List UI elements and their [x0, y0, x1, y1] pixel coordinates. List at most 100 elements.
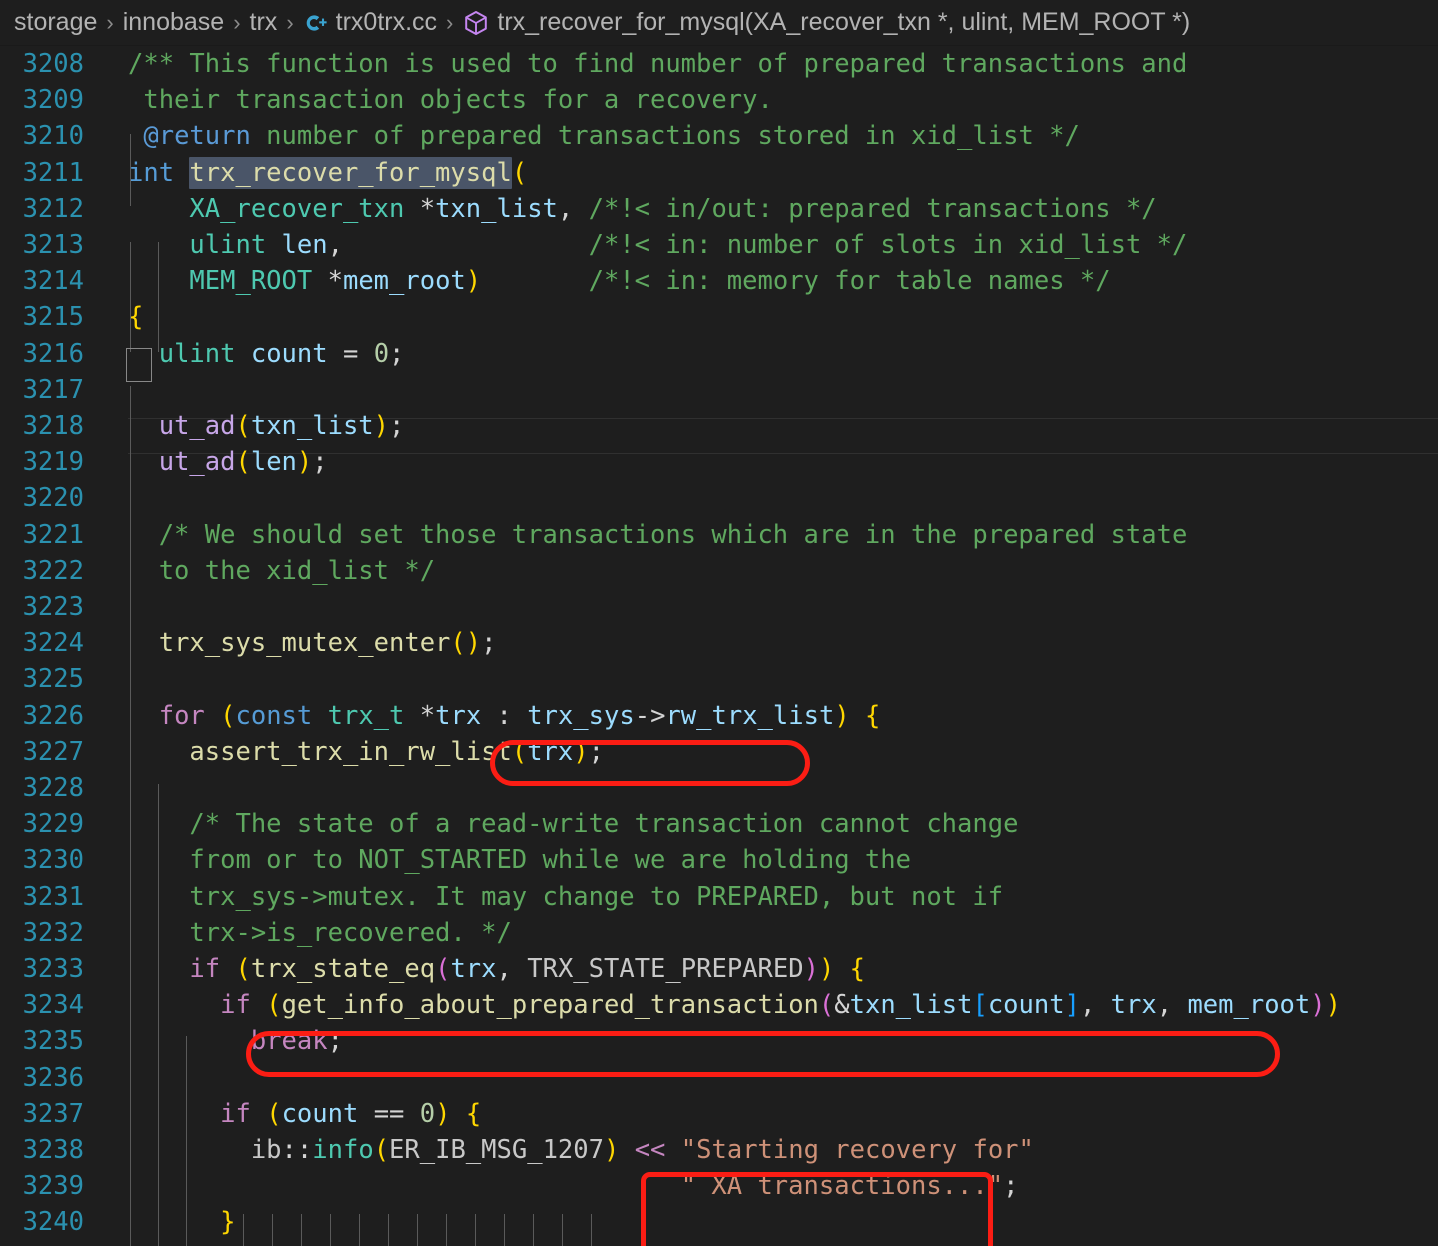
line-number: 3213: [0, 227, 84, 263]
code-line[interactable]: 3235 break;: [0, 1023, 1438, 1059]
breadcrumb: storage › innobase › trx › trx0trx.cc › …: [0, 0, 1438, 46]
code-line[interactable]: 3227 assert_trx_in_rw_list(trx);: [0, 734, 1438, 770]
breadcrumb-item-file[interactable]: trx0trx.cc: [303, 8, 437, 37]
line-number: 3227: [0, 734, 84, 770]
code-line-text: trx_sys_mutex_enter();: [128, 625, 497, 661]
code-line-text: /* The state of a read-write transaction…: [128, 806, 1018, 842]
code-line[interactable]: 3215 {: [0, 299, 1438, 335]
code-line-text: to the xid_list */: [128, 553, 435, 589]
line-number: 3231: [0, 879, 84, 915]
code-line-text: if (count == 0) {: [128, 1096, 481, 1132]
code-line[interactable]: 3237 if (count == 0) {: [0, 1096, 1438, 1132]
code-line[interactable]: 3229 /* The state of a read-write transa…: [0, 806, 1438, 842]
code-line-text: /** This function is used to find number…: [128, 46, 1187, 82]
code-line-text: ulint count = 0;: [128, 336, 404, 372]
breadcrumb-item-trx[interactable]: trx: [250, 8, 278, 37]
code-editor[interactable]: 3208 /** This function is used to find nu…: [0, 46, 1438, 1246]
code-line[interactable]: 3221 /* We should set those transactions…: [0, 517, 1438, 553]
line-number: 3219: [0, 444, 84, 480]
code-line-text: if (trx_state_eq(trx, TRX_STATE_PREPARED…: [128, 951, 865, 987]
code-line[interactable]: 3234 if (get_info_about_prepared_transac…: [0, 987, 1438, 1023]
code-line[interactable]: 3220: [0, 480, 1438, 516]
line-number: 3223: [0, 589, 84, 625]
symbol-method-icon: [462, 9, 490, 37]
line-number: 3222: [0, 553, 84, 589]
code-line[interactable]: 3210 @return number of prepared transact…: [0, 118, 1438, 154]
code-line[interactable]: 3216 ulint count = 0;: [0, 336, 1438, 372]
line-number: 3218: [0, 408, 84, 444]
breadcrumb-item-symbol[interactable]: trx_recover_for_mysql(XA_recover_txn *, …: [462, 8, 1190, 37]
cpp-file-icon: [303, 10, 329, 36]
line-number: 3233: [0, 951, 84, 987]
code-line-text: {: [128, 299, 143, 335]
code-line-text: if (get_info_about_prepared_transaction(…: [128, 987, 1341, 1023]
code-line[interactable]: 3230 from or to NOT_STARTED while we are…: [0, 842, 1438, 878]
breadcrumb-item-innobase[interactable]: innobase: [123, 8, 224, 37]
line-number: 3212: [0, 191, 84, 227]
code-line-text: " XA transactions...";: [128, 1168, 1018, 1204]
line-number: 3229: [0, 806, 84, 842]
line-number: 3214: [0, 263, 84, 299]
line-number: 3215: [0, 299, 84, 335]
breadcrumb-separator: ›: [446, 10, 453, 36]
code-line-text: trx_sys->mutex. It may change to PREPARE…: [128, 879, 1003, 915]
code-line[interactable]: 3218 ut_ad(txn_list);: [0, 408, 1438, 444]
line-number: 3208: [0, 46, 84, 82]
code-line[interactable]: 3211 int trx_recover_for_mysql(: [0, 155, 1438, 191]
breadcrumb-label: innobase: [123, 8, 224, 37]
breadcrumb-label: trx_recover_for_mysql(XA_recover_txn *, …: [497, 8, 1190, 37]
line-number: 3235: [0, 1023, 84, 1059]
code-line-text: trx->is_recovered. */: [128, 915, 512, 951]
breadcrumb-separator: ›: [106, 10, 113, 36]
code-line[interactable]: 3225: [0, 661, 1438, 697]
line-number: 3224: [0, 625, 84, 661]
code-line[interactable]: 3224 trx_sys_mutex_enter();: [0, 625, 1438, 661]
code-line-text: for (const trx_t *trx : trx_sys->rw_trx_…: [128, 698, 880, 734]
code-line-text: from or to NOT_STARTED while we are hold…: [128, 842, 911, 878]
code-line-text: their transaction objects for a recovery…: [128, 82, 773, 118]
code-line[interactable]: 3213 ulint len, /*!< in: number of slots…: [0, 227, 1438, 263]
line-number: 3228: [0, 770, 84, 806]
line-number: 3209: [0, 82, 84, 118]
code-line[interactable]: 3208 /** This function is used to find nu…: [0, 46, 1438, 82]
bracket-match-highlight: [128, 350, 150, 380]
code-line[interactable]: 3240 }: [0, 1204, 1438, 1240]
code-line[interactable]: 3226 for (const trx_t *trx : trx_sys->rw…: [0, 698, 1438, 734]
code-line-text: int trx_recover_for_mysql(: [128, 155, 527, 191]
line-number: 3230: [0, 842, 84, 878]
breadcrumb-separator: ›: [233, 10, 240, 36]
code-line[interactable]: 3212 XA_recover_txn *txn_list, /*!< in/o…: [0, 191, 1438, 227]
code-line[interactable]: 3223: [0, 589, 1438, 625]
line-number: 3221: [0, 517, 84, 553]
code-line-text: }: [128, 1204, 235, 1240]
breadcrumb-item-storage[interactable]: storage: [14, 8, 97, 37]
code-line[interactable]: 3222 to the xid_list */: [0, 553, 1438, 589]
code-line-text: break;: [128, 1023, 343, 1059]
code-line[interactable]: 3214 MEM_ROOT *mem_root) /*!< in: memory…: [0, 263, 1438, 299]
code-line[interactable]: 3238 ib::info(ER_IB_MSG_1207) << "Starti…: [0, 1132, 1438, 1168]
code-line-text: ib::info(ER_IB_MSG_1207) << "Starting re…: [128, 1132, 1034, 1168]
line-number: 3232: [0, 915, 84, 951]
code-line[interactable]: 3239 " XA transactions...";: [0, 1168, 1438, 1204]
code-line-text: MEM_ROOT *mem_root) /*!< in: memory for …: [128, 263, 1111, 299]
line-number: 3240: [0, 1204, 84, 1240]
line-number: 3216: [0, 336, 84, 372]
code-line[interactable]: 3228: [0, 770, 1438, 806]
breadcrumb-label: storage: [14, 8, 97, 37]
line-number: 3220: [0, 480, 84, 516]
code-line-text: ut_ad(len);: [128, 444, 328, 480]
code-line[interactable]: 3236: [0, 1060, 1438, 1096]
line-number: 3210: [0, 118, 84, 154]
line-number: 3225: [0, 661, 84, 697]
code-line[interactable]: 3231 trx_sys->mutex. It may change to PR…: [0, 879, 1438, 915]
code-line[interactable]: 3233 if (trx_state_eq(trx, TRX_STATE_PRE…: [0, 951, 1438, 987]
line-number: 3211: [0, 155, 84, 191]
code-line[interactable]: 3217: [0, 372, 1438, 408]
line-number: 3237: [0, 1096, 84, 1132]
breadcrumb-separator: ›: [286, 10, 293, 36]
code-line[interactable]: 3209 their transaction objects for a rec…: [0, 82, 1438, 118]
code-line-text: ut_ad(txn_list);: [128, 408, 404, 444]
code-line[interactable]: 3232 trx->is_recovered. */: [0, 915, 1438, 951]
code-line-text: XA_recover_txn *txn_list, /*!< in/out: p…: [128, 191, 1157, 227]
code-line[interactable]: 3219 ut_ad(len);: [0, 444, 1438, 480]
